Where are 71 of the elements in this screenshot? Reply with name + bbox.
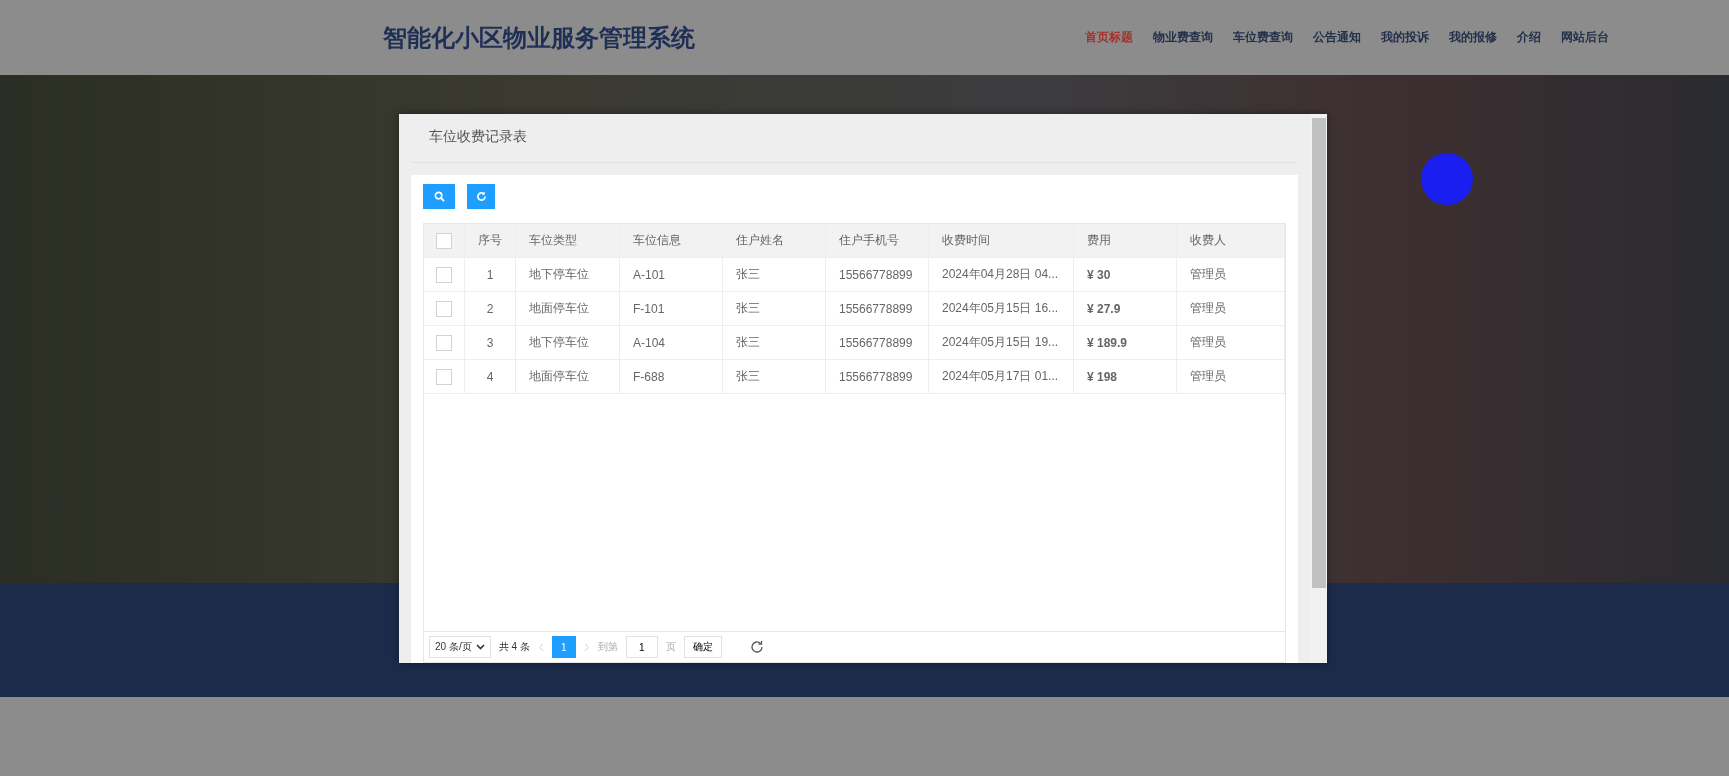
nav-link[interactable]: 车位费查询 xyxy=(1233,29,1293,46)
table-cell: 2024年05月15日 16... xyxy=(929,292,1074,325)
row-checkbox[interactable] xyxy=(436,368,452,385)
table-cell: 1 xyxy=(465,258,516,291)
table-cell: 管理员 xyxy=(1177,326,1285,359)
page-unit: 页 xyxy=(665,640,676,654)
scrollbar[interactable] xyxy=(1310,114,1327,663)
table-cell: 15566778899 xyxy=(826,258,929,291)
goto-label: 到第 xyxy=(597,640,618,654)
select-all-checkbox[interactable] xyxy=(436,232,452,249)
table-cell: ¥ 30 xyxy=(1074,258,1177,291)
table-cell: 管理员 xyxy=(1177,360,1285,393)
table-cell: 地面停车位 xyxy=(516,360,620,393)
nav-link[interactable]: 物业费查询 xyxy=(1153,29,1213,46)
column-header: 费用 xyxy=(1074,224,1177,257)
column-header: 住户姓名 xyxy=(723,224,826,257)
table-cell: 张三 xyxy=(723,360,826,393)
table-cell: 地下停车位 xyxy=(516,326,620,359)
column-header: 住户手机号 xyxy=(826,224,929,257)
nav-link[interactable]: 介绍 xyxy=(1517,29,1541,46)
table-cell: 张三 xyxy=(723,258,826,291)
table-cell: 张三 xyxy=(723,326,826,359)
column-header: 收费时间 xyxy=(929,224,1074,257)
table-cell: 地面停车位 xyxy=(516,292,620,325)
page-input[interactable]: 1 xyxy=(625,636,658,658)
table-cell: A-101 xyxy=(620,258,723,291)
chevron-right-icon[interactable] xyxy=(583,642,590,652)
table-cell: F-101 xyxy=(620,292,723,325)
page-button[interactable]: 1 xyxy=(551,636,576,658)
refresh-icon[interactable] xyxy=(749,640,764,654)
page-size-select[interactable]: 20 条/页 xyxy=(429,636,491,658)
table-cell: 张三 xyxy=(723,292,826,325)
table-cell: 15566778899 xyxy=(826,326,929,359)
column-header: 序号 xyxy=(465,224,516,257)
refresh-button[interactable] xyxy=(467,184,495,209)
nav-link[interactable]: 我的报修 xyxy=(1449,29,1497,46)
table-cell: 地下停车位 xyxy=(516,258,620,291)
table-cell: ¥ 189.9 xyxy=(1074,326,1177,359)
table-cell: 15566778899 xyxy=(826,292,929,325)
nav-link[interactable]: 首页标题 xyxy=(1085,29,1133,46)
table-cell: ¥ 198 xyxy=(1074,360,1177,393)
search-button[interactable] xyxy=(423,184,455,209)
table-cell: 2 xyxy=(465,292,516,325)
table-cell: 2024年05月15日 19... xyxy=(929,326,1074,359)
nav-link[interactable]: 公告通知 xyxy=(1313,29,1361,46)
search-icon xyxy=(433,191,445,202)
modal-title: 车位收费记录表 xyxy=(411,114,1298,163)
chevron-down-icon xyxy=(475,644,485,650)
nav-link[interactable]: 我的投诉 xyxy=(1381,29,1429,46)
table-cell: 4 xyxy=(465,360,516,393)
table-cell: 管理员 xyxy=(1177,258,1285,291)
table-cell: 管理员 xyxy=(1177,292,1285,325)
site-title: 智能化小区物业服务管理系统 xyxy=(383,22,695,53)
chevron-left-icon[interactable] xyxy=(537,642,544,652)
refresh-icon xyxy=(475,191,487,202)
row-checkbox[interactable] xyxy=(436,266,452,283)
column-header: 车位类型 xyxy=(516,224,620,257)
row-checkbox[interactable] xyxy=(436,300,452,317)
nav-link[interactable]: 网站后台 xyxy=(1561,29,1609,46)
table-cell: 2024年05月17日 01... xyxy=(929,360,1074,393)
table-cell: 3 xyxy=(465,326,516,359)
row-checkbox[interactable] xyxy=(436,334,452,351)
column-header: 收费人 xyxy=(1177,224,1285,257)
table-cell: A-104 xyxy=(620,326,723,359)
total-count: 共 4 条 xyxy=(498,640,530,654)
table-cell: ¥ 27.9 xyxy=(1074,292,1177,325)
confirm-button[interactable]: 确定 xyxy=(683,636,722,658)
column-header: 车位信息 xyxy=(620,224,723,257)
table-cell: F-688 xyxy=(620,360,723,393)
table-cell: 2024年04月28日 04... xyxy=(929,258,1074,291)
table-cell: 15566778899 xyxy=(826,360,929,393)
